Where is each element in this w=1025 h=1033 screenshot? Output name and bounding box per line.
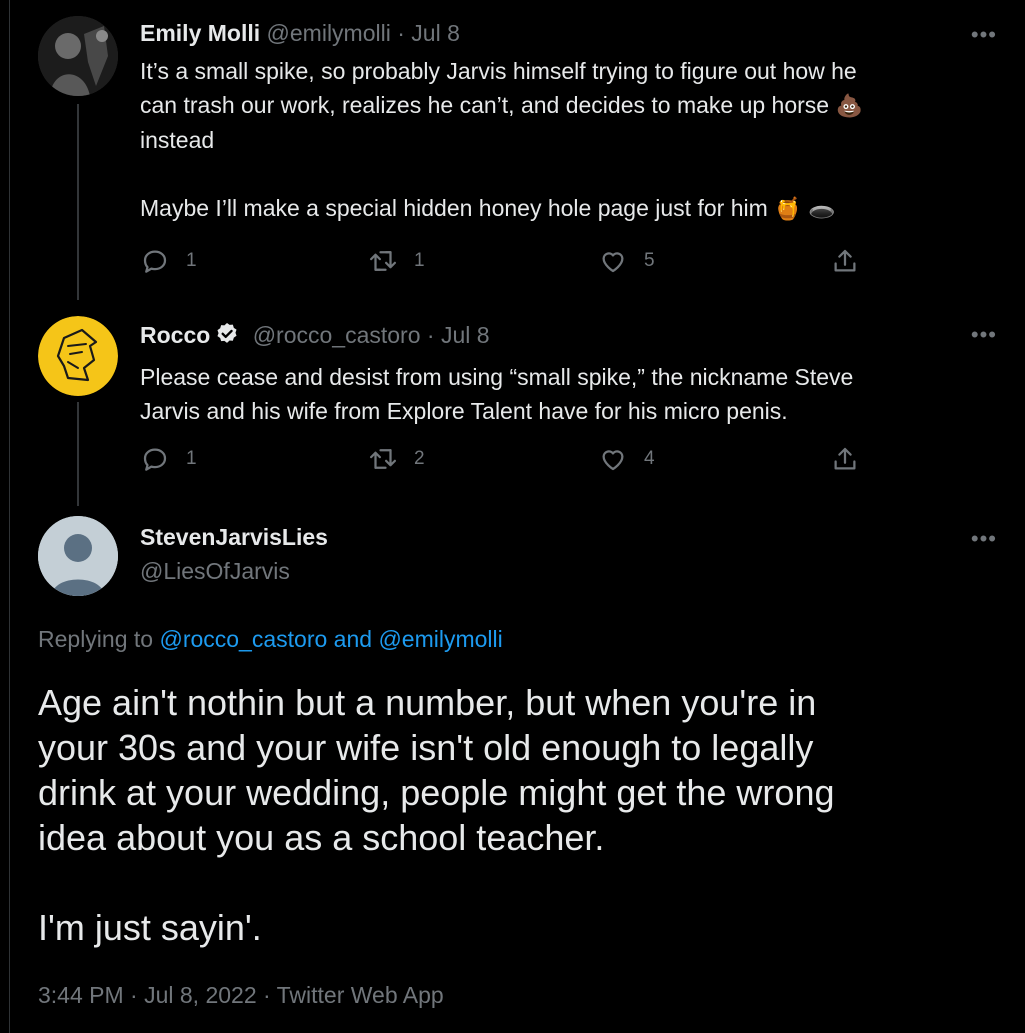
main-text-line: your 30s and your wife isn't old enough … — [38, 727, 814, 768]
reply-icon — [143, 250, 167, 273]
tweet-date[interactable]: Jul 8 — [441, 322, 490, 348]
left-edge-divider — [9, 0, 10, 1033]
reply-icon — [143, 448, 167, 471]
more-options-button[interactable]: ••• — [971, 322, 997, 348]
tweet-actions: 1 2 4 — [140, 444, 880, 484]
retweet-button[interactable]: 1 — [368, 246, 425, 276]
like-button[interactable]: 4 — [598, 444, 655, 474]
main-tweet-text: Age ain't nothin but a number, but when … — [38, 680, 998, 950]
like-count: 4 — [644, 448, 655, 469]
more-options-button[interactable]: ••• — [971, 22, 997, 48]
retweet-count: 2 — [414, 448, 425, 469]
default-profile-icon — [38, 516, 118, 596]
thread-connector-line — [77, 104, 79, 300]
retweet-count: 1 — [414, 250, 425, 271]
share-button[interactable] — [830, 444, 876, 474]
like-button[interactable]: 5 — [598, 246, 655, 276]
separator: · — [426, 322, 435, 348]
heart-icon — [602, 450, 624, 471]
tweet-timestamp-source[interactable]: 3:44 PM · Jul 8, 2022 · Twitter Web App — [38, 982, 444, 1009]
author-name[interactable]: Rocco — [140, 322, 210, 348]
reply-count: 1 — [186, 250, 197, 271]
author-handle[interactable]: @rocco_castoro — [253, 322, 421, 348]
replying-and[interactable]: and — [334, 626, 372, 652]
author-name[interactable]: Emily Molli — [140, 20, 260, 46]
reply-button[interactable]: 1 — [140, 246, 197, 276]
tweet-text-line: Please cease and desist from using “smal… — [140, 364, 854, 390]
tweet-rocco: Rocco @rocco_castoro · Jul 8 Please ceas… — [140, 320, 980, 428]
tweet-header: Emily Molli @emilymolli · Jul 8 — [140, 18, 980, 48]
tweet-text-line: Maybe I’ll make a special hidden honey h… — [140, 191, 980, 226]
avatar-illustration-icon — [38, 316, 118, 396]
separator: · — [397, 20, 405, 46]
tweet-header: Rocco @rocco_castoro · Jul 8 — [140, 320, 980, 354]
replying-to: Replying to @rocco_castoro and @emilymol… — [38, 626, 503, 653]
retweet-icon — [370, 251, 396, 271]
thread-connector-line — [77, 402, 79, 506]
avatar-rocco[interactable] — [38, 316, 118, 396]
retweet-icon — [370, 449, 396, 469]
share-button[interactable] — [830, 246, 876, 276]
tweet-text-fragment: Maybe I’ll make a special hidden honey h… — [140, 195, 768, 221]
tweet-text: Please cease and desist from using “smal… — [140, 360, 980, 428]
tweet-text-line: instead — [140, 127, 215, 153]
share-icon — [834, 249, 856, 272]
main-text-line: idea about you as a school teacher. — [38, 817, 605, 858]
tweet-text-line: Jarvis and his wife from Explore Talent … — [140, 398, 788, 424]
tweet-text-line: It’s a small spike, so probably Jarvis h… — [140, 58, 857, 84]
honey-pot-emoji-icon: 🍯 — [774, 196, 802, 221]
avatar-photo-icon — [38, 16, 118, 96]
like-count: 5 — [644, 250, 655, 271]
main-text-line: I'm just sayin'. — [38, 907, 262, 948]
tweet-text-fragment: can trash our work, realizes he can’t, a… — [140, 92, 830, 118]
tweet-date[interactable]: Jul 8 — [411, 20, 460, 46]
main-author-handle[interactable]: @LiesOfJarvis — [140, 558, 290, 585]
verified-badge-icon — [214, 321, 240, 354]
tweet-text-line: can trash our work, realizes he can’t, a… — [140, 88, 980, 123]
tweet-actions: 1 1 5 — [140, 246, 880, 286]
tweet-emily-molli: Emily Molli @emilymolli · Jul 8 It’s a s… — [140, 18, 980, 226]
main-text-line: drink at your wedding, people might get … — [38, 772, 835, 813]
avatar-default-profile[interactable] — [38, 516, 118, 596]
more-options-button[interactable]: ••• — [971, 526, 997, 552]
share-icon — [834, 447, 856, 470]
author-handle[interactable]: @emilymolli — [267, 20, 391, 46]
heart-icon — [602, 252, 624, 273]
hole-emoji-icon: 🕳️ — [807, 196, 836, 221]
replying-to-label: Replying to — [38, 626, 154, 652]
mention-rocco-castoro[interactable]: @rocco_castoro — [159, 626, 327, 652]
mention-emilymolli[interactable]: @emilymolli — [378, 626, 502, 652]
reply-button[interactable]: 1 — [140, 444, 197, 474]
avatar-emily-molli[interactable] — [38, 16, 118, 96]
main-author-name[interactable]: StevenJarvisLies — [140, 524, 328, 551]
reply-count: 1 — [186, 448, 197, 469]
poop-emoji-icon: 💩 — [835, 93, 863, 118]
main-text-line: Age ain't nothin but a number, but when … — [38, 682, 817, 723]
retweet-button[interactable]: 2 — [368, 444, 425, 474]
tweet-text: It’s a small spike, so probably Jarvis h… — [140, 54, 980, 226]
